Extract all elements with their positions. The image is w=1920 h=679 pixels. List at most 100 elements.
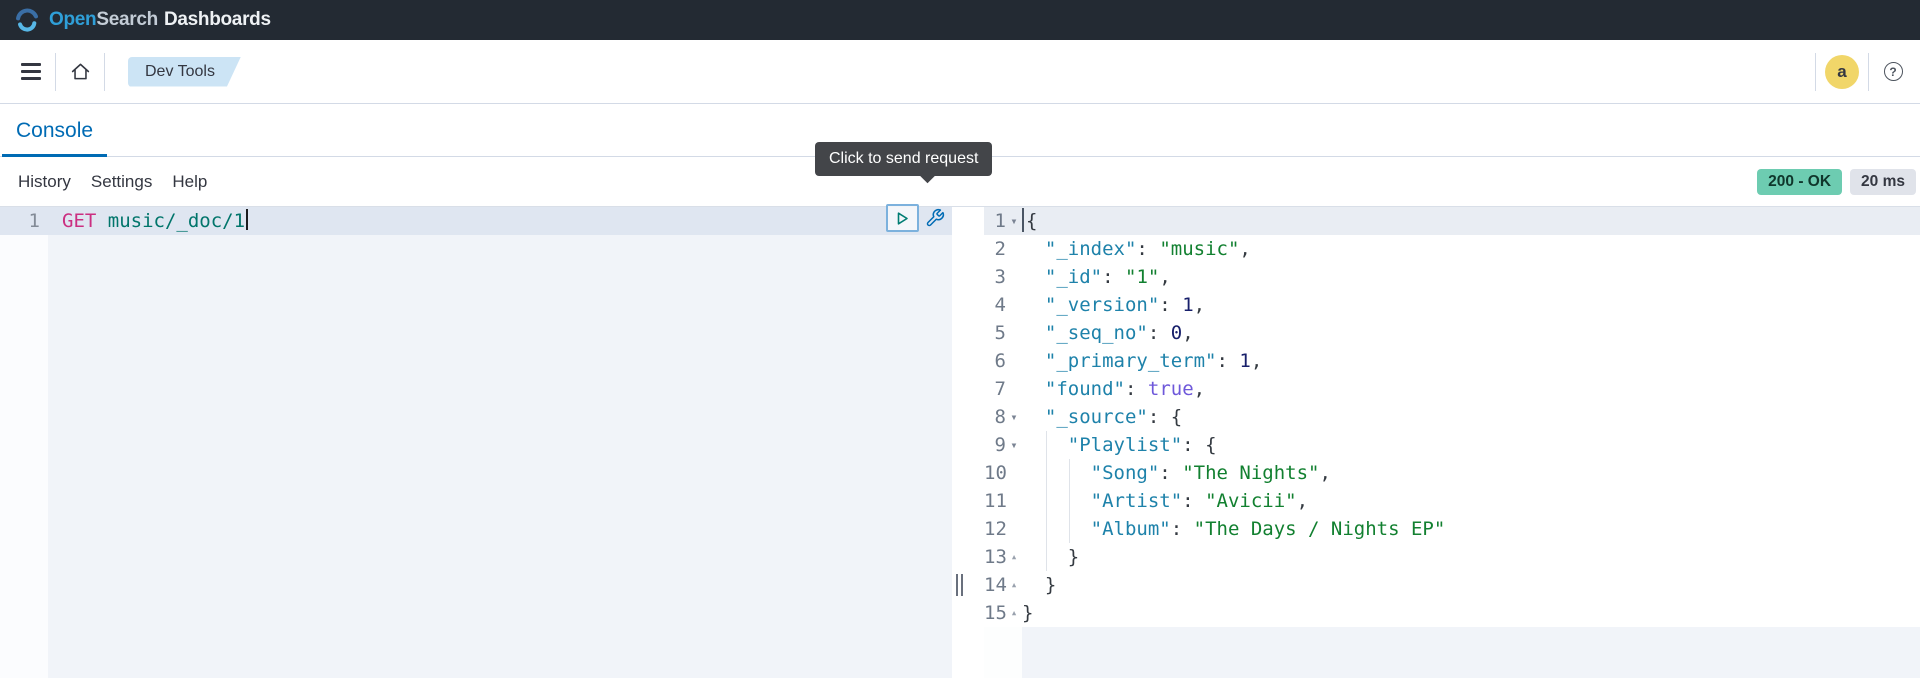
drag-handle-icon[interactable] — [956, 574, 963, 596]
brand-dashboards: Dashboards — [163, 9, 271, 30]
line-number: 13 — [984, 546, 1007, 568]
line-number: 14 — [984, 574, 1007, 596]
tab-console[interactable]: Console — [2, 119, 108, 157]
fold-toggle-icon[interactable]: ▾ — [1006, 431, 1022, 459]
user-avatar[interactable]: a — [1825, 54, 1859, 89]
line-number: 3 — [994, 266, 1006, 288]
code-text: "Playlist": { — [1067, 434, 1217, 456]
request-options-button[interactable] — [922, 205, 948, 231]
divider — [55, 52, 56, 91]
line-number: 10 — [984, 462, 1007, 484]
menu-history[interactable]: History — [18, 172, 71, 192]
fold-toggle-icon[interactable]: ▴ — [1006, 543, 1022, 571]
response-code-line[interactable]: 15 ▴} — [984, 599, 1920, 627]
line-number: 9 — [994, 434, 1006, 456]
code-text: "_index": "music", — [1044, 238, 1251, 260]
code-text: } — [1022, 602, 1034, 624]
response-code-line[interactable]: 3 "_id": "1", — [984, 263, 1920, 291]
response-code-line[interactable]: 6 "_primary_term": 1, — [984, 347, 1920, 375]
fold-toggle-icon[interactable]: ▾ — [1006, 403, 1022, 431]
response-code-line[interactable]: 9 ▾ "Playlist": { — [984, 431, 1920, 459]
send-request-tooltip: Click to send request — [815, 142, 993, 176]
line-number: 12 — [984, 518, 1007, 540]
code-text: } — [1044, 574, 1057, 596]
opensearch-logo: OpenSearch Dashboards — [14, 7, 271, 33]
send-request-button[interactable] — [886, 204, 919, 232]
menu-button[interactable] — [16, 57, 46, 87]
request-actions — [886, 204, 948, 232]
app-header: OpenSearch Dashboards — [0, 0, 1920, 40]
response-code-line[interactable]: 11 "Artist": "Avicii", — [984, 487, 1920, 515]
brand-open: Open — [49, 9, 97, 30]
response-time-badge: 20 ms — [1850, 168, 1916, 195]
code-text: } — [1067, 546, 1080, 568]
response-code-line[interactable]: 7 "found": true, — [984, 375, 1920, 403]
console-split-view: 1 GET music/_doc/1 1 ▾{2 "_index": "music"… — [0, 204, 1920, 678]
divider — [1815, 52, 1816, 91]
code-text: "_source": { — [1044, 406, 1183, 428]
response-code-line[interactable]: 13 ▴ } — [984, 543, 1920, 571]
panel-resizer[interactable] — [952, 207, 984, 678]
opensearch-logo-icon — [16, 8, 38, 32]
line-number: 11 — [984, 490, 1007, 512]
home-icon — [71, 63, 89, 80]
code-text: GET music/_doc/1 — [40, 207, 249, 235]
line-number: 15 — [984, 602, 1007, 624]
fold-toggle-icon[interactable]: ▾ — [1006, 207, 1022, 235]
line-number: 2 — [994, 238, 1006, 260]
play-icon — [897, 211, 908, 225]
fold-toggle-icon[interactable]: ▴ — [1006, 571, 1022, 599]
line-number: 7 — [994, 378, 1006, 400]
indent-guide — [1046, 431, 1047, 571]
code-text: "_primary_term": 1, — [1044, 350, 1263, 372]
brand-text: OpenSearch Dashboards — [49, 9, 271, 31]
fold-toggle-icon[interactable]: ▴ — [1006, 599, 1022, 627]
menu-settings[interactable]: Settings — [91, 172, 152, 192]
line-number: 1 — [994, 210, 1006, 232]
status-badge: 200 - OK — [1757, 168, 1843, 195]
response-code-line[interactable]: 5 "_seq_no": 0, — [984, 319, 1920, 347]
wrench-icon — [926, 208, 945, 227]
response-code-line[interactable]: 4 "_version": 1, — [984, 291, 1920, 319]
menu-help[interactable]: Help — [172, 172, 207, 192]
editor-code-line[interactable]: 1 GET music/_doc/1 — [0, 207, 952, 235]
text-cursor — [246, 209, 249, 230]
line-number: 5 — [994, 322, 1006, 344]
code-text: "Artist": "Avicii", — [1090, 490, 1309, 512]
response-code-line[interactable]: 14 ▴ } — [984, 571, 1920, 599]
text-cursor — [1022, 207, 1024, 232]
line-number: 1 — [28, 210, 40, 232]
divider — [1868, 52, 1869, 91]
divider — [104, 52, 105, 91]
response-code-line[interactable]: 12 "Album": "The Days / Nights EP" — [984, 515, 1920, 543]
response-code-line[interactable]: 8 ▾ "_source": { — [984, 403, 1920, 431]
line-number: 8 — [994, 406, 1006, 428]
code-text: "Album": "The Days / Nights EP" — [1090, 518, 1446, 540]
response-viewer[interactable]: 1 ▾{2 "_index": "music", 3 "_id": "1", 4 "_… — [984, 207, 1920, 678]
response-code-line[interactable]: 10 "Song": "The Nights", — [984, 459, 1920, 487]
code-text: "_version": 1, — [1044, 294, 1206, 316]
hamburger-icon — [21, 63, 41, 80]
code-text: "found": true, — [1044, 378, 1206, 400]
response-code-line[interactable]: 1 ▾{ — [984, 207, 1920, 235]
indent-guide — [1069, 459, 1070, 543]
response-code-line[interactable]: 2 "_index": "music", — [984, 235, 1920, 263]
request-editor[interactable]: 1 GET music/_doc/1 — [0, 204, 952, 678]
line-number: 4 — [994, 294, 1006, 316]
help-button[interactable]: ? — [1878, 57, 1908, 87]
code-text: { — [1022, 207, 1037, 235]
home-button[interactable] — [65, 57, 95, 87]
navigation-bar: Dev Tools a ? — [0, 40, 1920, 104]
tooltip-text: Click to send request — [829, 150, 979, 167]
help-icon: ? — [1883, 62, 1903, 81]
breadcrumb-dev-tools[interactable]: Dev Tools — [128, 57, 241, 87]
brand-search: Search — [96, 9, 158, 30]
